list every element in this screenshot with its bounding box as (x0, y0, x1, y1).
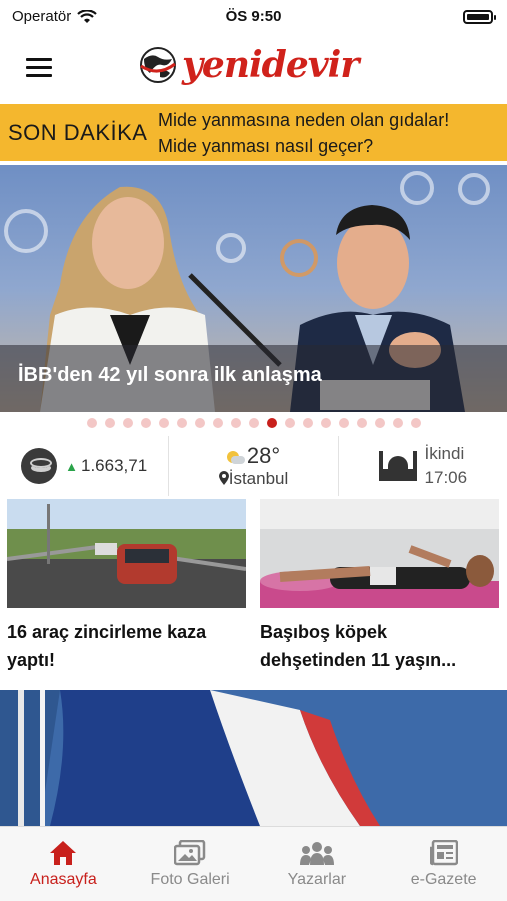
breaking-label: SON DAKİKA (8, 119, 148, 145)
tab-home[interactable]: Anasayfa (0, 827, 127, 901)
article-card[interactable]: 16 araç zincirleme kaza yaptı! (7, 499, 246, 674)
weather-widget[interactable]: 28° İstanbul (168, 436, 337, 496)
article-title: 16 araç zincirleme kaza yaptı! (7, 622, 207, 670)
slider-dot[interactable] (104, 418, 115, 428)
slider-dot[interactable] (302, 418, 313, 428)
partly-sunny-icon (226, 451, 245, 464)
app-logo[interactable]: yenidevir (138, 44, 359, 86)
info-bar: ▲ 1.663,71 28° İstanbul İkindi 17:06 (0, 436, 507, 496)
slider-dots[interactable] (0, 418, 507, 428)
breaking-line-2: Mide yanması nasıl geçer? (158, 135, 374, 156)
gold-price-value: 1.663,71 (81, 456, 148, 475)
top-navbar: yenidevir (0, 34, 507, 102)
tab-authors[interactable]: Yazarlar (254, 827, 381, 901)
slider-dot[interactable] (320, 418, 331, 428)
gold-price: ▲ 1.663,71 (65, 456, 147, 476)
slider-dot[interactable] (374, 418, 385, 428)
photo-gallery-icon (174, 840, 206, 866)
slider-dot[interactable] (356, 418, 367, 428)
temperature: 28° (246, 443, 281, 468)
prayer-time: 17:06 (424, 468, 468, 487)
slider-dot[interactable] (194, 418, 205, 428)
featured-story-image[interactable] (0, 690, 507, 826)
breaking-message: Mide yanmasına neden olan gıdalar! Mide … (158, 107, 449, 159)
article-thumbnail (260, 499, 499, 608)
logo-wordmark: yenidevir (182, 44, 359, 86)
prayer-name: İkindi (424, 444, 465, 463)
slider-dot[interactable] (158, 418, 169, 428)
authors-icon (299, 842, 334, 865)
tab-e-newspaper-label: e-Gazete (410, 871, 477, 888)
gold-coins-icon (21, 448, 58, 484)
slider-dot[interactable] (140, 418, 151, 428)
article-title: Başıboş köpek dehşetinden 11 yaşın... (260, 622, 457, 670)
slider-dot[interactable] (410, 418, 421, 428)
city-name: İstanbul (228, 469, 289, 488)
slider-dot[interactable] (392, 418, 403, 428)
mosque-icon (378, 451, 417, 481)
tab-photo-gallery-label: Foto Galeri (150, 871, 230, 888)
slider-dot[interactable] (122, 418, 133, 428)
trend-up-icon: ▲ (65, 459, 78, 474)
menu-icon[interactable] (26, 58, 52, 78)
article-thumbnail (7, 499, 246, 608)
clock: ÖS 9:50 (225, 8, 282, 25)
slider-dot[interactable] (86, 418, 97, 428)
gold-price-widget[interactable]: ▲ 1.663,71 (0, 436, 168, 496)
breaking-line-1: Mide yanmasına neden olan gıdalar! (158, 109, 450, 130)
slider-dot[interactable] (266, 418, 277, 428)
tab-authors-label: Yazarlar (287, 871, 347, 888)
newspaper-icon (429, 840, 458, 866)
article-card[interactable]: Başıboş köpek dehşetinden 11 yaşın... (260, 499, 499, 674)
hero-slider[interactable]: İBB'den 42 yıl sonra ilk anlaşma (0, 165, 507, 412)
home-icon (50, 841, 77, 865)
hero-caption[interactable]: İBB'den 42 yıl sonra ilk anlaşma (18, 364, 322, 387)
slider-dot[interactable] (176, 418, 187, 428)
tab-photo-gallery[interactable]: Foto Galeri (127, 827, 254, 901)
tab-home-label: Anasayfa (30, 871, 97, 888)
prayer-time-widget[interactable]: İkindi 17:06 (337, 436, 507, 496)
slider-dot[interactable] (230, 418, 241, 428)
location-pin-icon (218, 471, 229, 485)
tab-e-newspaper[interactable]: e-Gazete (380, 827, 507, 901)
slider-dot[interactable] (284, 418, 295, 428)
slider-dot[interactable] (338, 418, 349, 428)
slider-dot[interactable] (248, 418, 259, 428)
battery-icon (463, 10, 496, 24)
globe-logo-icon (140, 47, 176, 83)
breaking-news-bar[interactable]: SON DAKİKA Mide yanmasına neden olan gıd… (0, 104, 507, 161)
slider-dot[interactable] (212, 418, 223, 428)
status-bar: Operatör ÖS 9:50 (0, 0, 507, 34)
bottom-tab-bar: Anasayfa Foto Galeri Yazarlar e-Gazete (0, 826, 507, 901)
